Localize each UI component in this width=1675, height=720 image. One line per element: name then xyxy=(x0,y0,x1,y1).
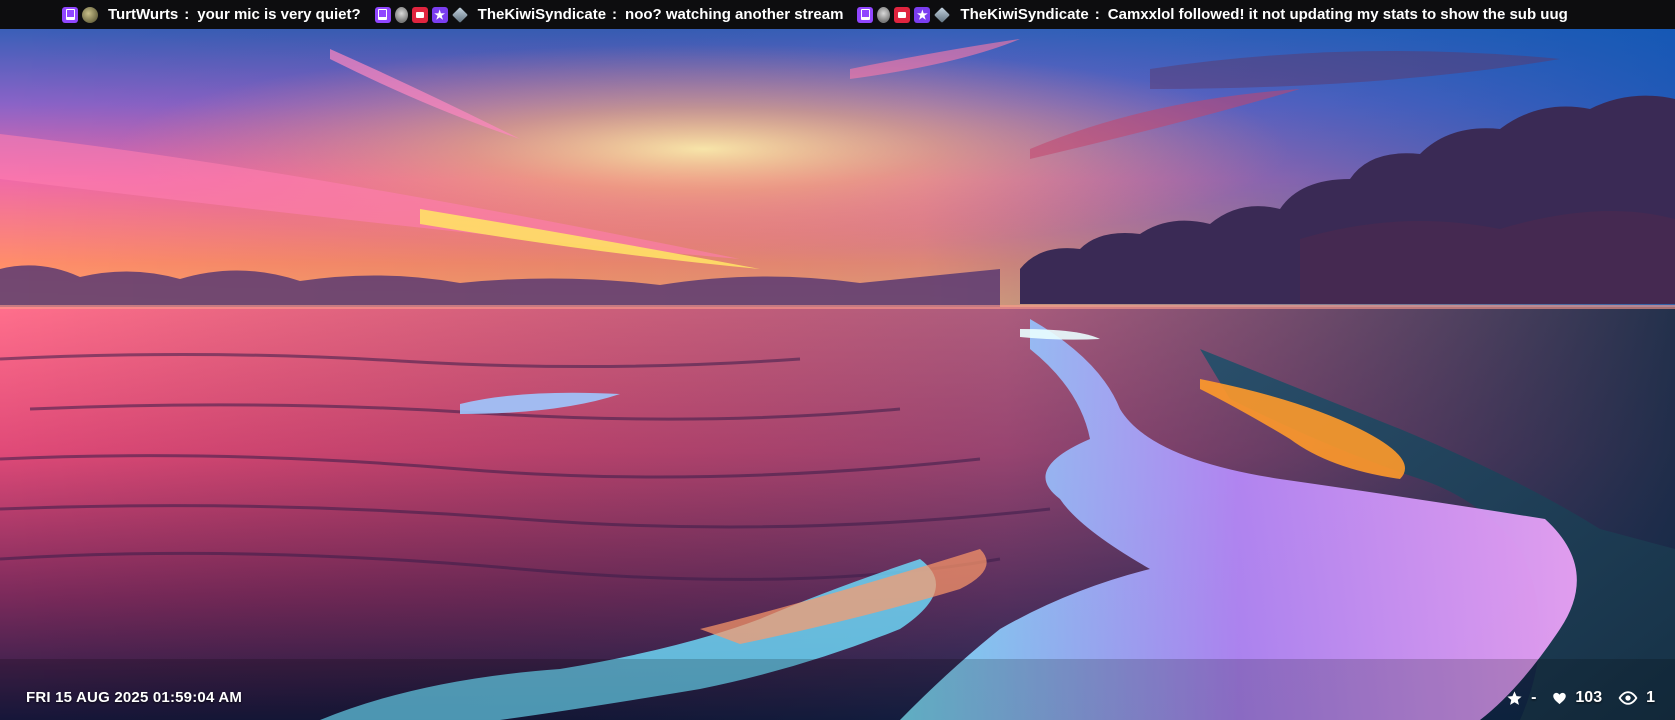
chat-text: your mic is very quiet? xyxy=(197,6,361,23)
eye-icon xyxy=(1618,691,1638,705)
gem-badge-icon xyxy=(451,6,468,23)
chat-separator: : xyxy=(612,6,618,23)
twitch-badge-icon xyxy=(857,6,874,23)
stream-background-scene xyxy=(0,29,1675,720)
ticker-track: TurtWurts : your mic is very quiet? ★ Th… xyxy=(62,0,1582,29)
moss-badge-icon xyxy=(82,6,98,23)
chat-message: ★ TheKiwiSyndicate : noo? watching anoth… xyxy=(374,6,844,23)
chat-separator: : xyxy=(1094,6,1100,23)
chat-message: TurtWurts : your mic is very quiet? xyxy=(62,6,361,23)
chat-ticker: TurtWurts : your mic is very quiet? ★ Th… xyxy=(0,0,1675,29)
viewers-stat: 1 xyxy=(1618,689,1655,707)
viewers-value: 1 xyxy=(1646,689,1655,706)
chat-text: Camxxlol followed! it not updating my st… xyxy=(1107,6,1568,23)
twitch-badge-icon xyxy=(62,6,78,23)
star-badge-icon: ★ xyxy=(431,6,448,23)
stream-datetime: FRI 15 AUG 2025 01:59:04 AM xyxy=(26,689,243,706)
mouse-badge-icon xyxy=(394,6,408,23)
chat-username: TheKiwiSyndicate xyxy=(477,6,607,23)
camera-badge-icon xyxy=(411,6,428,23)
chat-text: noo? watching another stream xyxy=(625,6,844,23)
chat-username: TurtWurts xyxy=(108,6,179,23)
mouse-badge-icon xyxy=(877,6,891,23)
camera-badge-icon xyxy=(894,6,911,23)
gem-badge-icon xyxy=(934,6,951,23)
chat-username: TheKiwiSyndicate xyxy=(960,6,1089,23)
stream-stats: - 103 1 xyxy=(1490,688,1655,708)
likes-stat: 103 xyxy=(1552,689,1602,707)
followers-stat: - xyxy=(1506,689,1536,707)
followers-value: - xyxy=(1531,689,1537,706)
chat-separator: : xyxy=(184,6,190,23)
star-badge-icon: ★ xyxy=(914,6,931,23)
twitch-badge-icon xyxy=(374,6,391,23)
chat-message: ★ TheKiwiSyndicate : Camxxlol followed! … xyxy=(857,6,1568,23)
heart-icon xyxy=(1553,692,1567,704)
star-icon xyxy=(1507,690,1522,705)
likes-value: 103 xyxy=(1575,689,1603,706)
